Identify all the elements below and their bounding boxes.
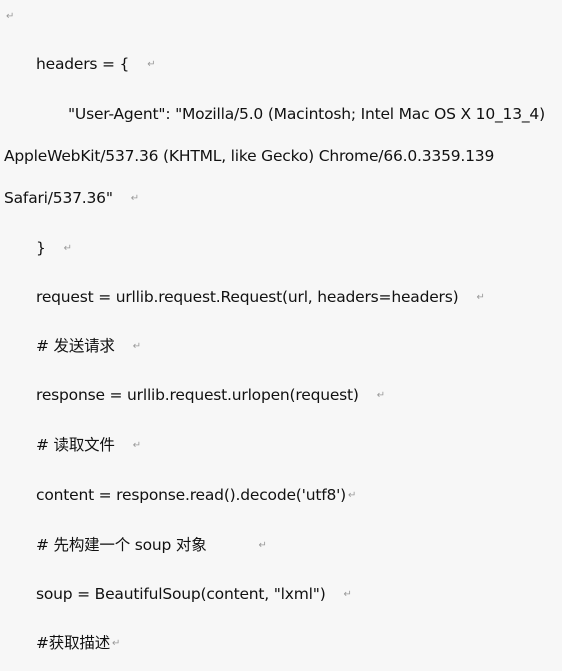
- code-text: Safari/537.36": [4, 189, 113, 207]
- paragraph-mark-icon: ↵: [132, 340, 141, 352]
- paragraph-mark-icon: ↵: [147, 58, 156, 70]
- code-line-user-agent: "User-Agent": "Mozilla/5.0 (Macintosh; I…: [68, 104, 545, 124]
- code-text: AppleWebKit/537.36 (KHTML, like Gecko) C…: [4, 147, 495, 165]
- code-text: headers = {: [36, 55, 130, 73]
- code-line-response: response = urllib.request.urlopen(reques…: [36, 385, 385, 406]
- comment-text: # 发送请求: [36, 337, 115, 355]
- paragraph-mark-icon: ↵: [343, 588, 352, 600]
- blank-paragraph: ↵: [4, 6, 14, 27]
- code-line-soup: soup = BeautifulSoup(content, "lxml") ↵: [36, 584, 352, 605]
- code-text: content = response.read().decode('utf8'): [36, 486, 347, 504]
- code-line-user-agent-end: Safari/537.36" ↵: [4, 188, 139, 209]
- paragraph-mark-icon: ↵: [348, 489, 357, 501]
- comment-text: # 读取文件: [36, 436, 115, 454]
- paragraph-mark-icon: ↵: [132, 439, 141, 451]
- comment-build-soup: # 先构建一个 soup 对象 ↵: [36, 535, 267, 556]
- comment-read-file: # 读取文件 ↵: [36, 435, 141, 456]
- paragraph-mark-icon: ↵: [258, 539, 267, 551]
- code-text: }: [36, 239, 46, 257]
- code-text: "User-Agent": "Mozilla/5.0 (Macintosh; I…: [68, 105, 545, 123]
- code-line-request: request = urllib.request.Request(url, he…: [36, 287, 485, 308]
- code-line-headers-open: headers = { ↵: [36, 54, 156, 75]
- code-text: soup = BeautifulSoup(content, "lxml"): [36, 585, 326, 603]
- paragraph-mark-icon: ↵: [112, 637, 121, 649]
- code-text: response = urllib.request.urlopen(reques…: [36, 386, 359, 404]
- comment-text: # 先构建一个 soup 对象: [36, 536, 207, 554]
- paragraph-mark-icon: ↵: [63, 242, 72, 254]
- paragraph-mark-icon: ↵: [6, 10, 15, 22]
- comment-send-request: # 发送请求 ↵: [36, 336, 141, 357]
- document-page: ↵ headers = { ↵ "User-Agent": "Mozilla/5.…: [0, 0, 562, 671]
- code-line-user-agent-cont: AppleWebKit/537.36 (KHTML, like Gecko) C…: [4, 146, 494, 166]
- paragraph-mark-icon: ↵: [376, 389, 385, 401]
- paragraph-mark-icon: ↵: [130, 192, 139, 204]
- comment-get-description: #获取描述 ↵: [36, 633, 120, 654]
- comment-text: #获取描述: [36, 634, 110, 652]
- code-line-headers-close: } ↵: [36, 238, 72, 259]
- code-text: request = urllib.request.Request(url, he…: [36, 288, 459, 306]
- code-line-content: content = response.read().decode('utf8')…: [36, 485, 356, 506]
- paragraph-mark-icon: ↵: [476, 291, 485, 303]
